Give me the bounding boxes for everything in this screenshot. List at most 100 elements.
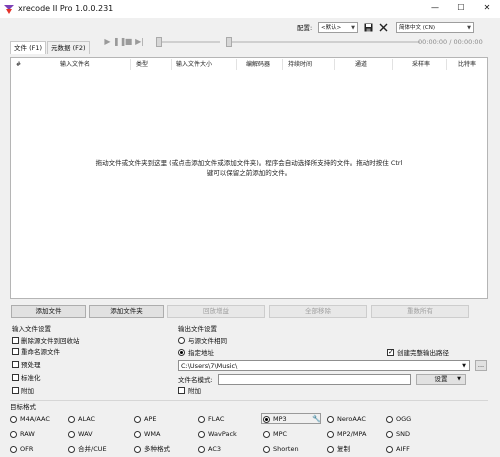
config-value: <默认>	[321, 25, 342, 31]
format-radio-ofr[interactable]	[10, 446, 17, 453]
delete-preset-icon[interactable]	[379, 23, 388, 32]
rename-source-checkbox[interactable]	[12, 348, 19, 355]
tab-metadata[interactable]: 元数据 (F2)	[47, 41, 90, 54]
same-as-source-radio[interactable]	[178, 337, 185, 344]
app-logo-icon	[4, 5, 14, 14]
create-dir-checkbox[interactable]	[387, 348, 394, 356]
window-title: xrecode II Pro 1.0.0.231	[18, 4, 114, 13]
column-header-codec[interactable]: 编解码器	[246, 61, 270, 69]
format-label-aiff: AIFF	[396, 445, 410, 453]
config-select[interactable]: <默认> ▼	[318, 22, 358, 33]
format-radio-snd[interactable]	[386, 431, 393, 438]
delete-source-checkbox[interactable]	[12, 337, 19, 344]
format-label-raw: RAW	[20, 430, 35, 438]
format-radio-neroaac[interactable]	[327, 416, 334, 423]
format-radio-flac[interactable]	[198, 416, 205, 423]
chevron-down-icon: ▼	[457, 376, 461, 382]
file-list[interactable]	[10, 57, 488, 299]
column-header-filename[interactable]: 输入文件名	[60, 61, 90, 69]
add-file-button[interactable]: 添加文件	[11, 305, 86, 318]
format-label-m4a-aac: M4A/AAC	[20, 415, 50, 423]
format-label-wma: WMA	[144, 430, 161, 438]
format-radio-wavpack[interactable]	[198, 431, 205, 438]
replay-gain-button[interactable]: 回放增益	[167, 305, 265, 318]
next-icon[interactable]: ▶|	[135, 37, 144, 46]
format-label-flac: FLAC	[208, 415, 225, 423]
format-radio-wav[interactable]	[68, 431, 75, 438]
format-label-mp2-mpa: MP2/MPA	[337, 430, 367, 438]
column-header-channels[interactable]: 通道	[355, 61, 367, 69]
format-label-shorten: Shorten	[273, 445, 299, 453]
column-header-filesize[interactable]: 输入文件大小	[176, 61, 212, 69]
delete-source-label: 删除源文件到回收站	[21, 337, 80, 345]
settings-label: 设置	[434, 375, 448, 383]
append-input-checkbox[interactable]	[12, 387, 19, 394]
format-radio-raw[interactable]	[10, 431, 17, 438]
format-radio-fmt-2-2[interactable]	[134, 446, 141, 453]
format-radio-wma[interactable]	[134, 431, 141, 438]
column-divider	[446, 59, 447, 70]
volume-track[interactable]	[160, 41, 220, 43]
chevron-down-icon: ▼	[467, 25, 471, 31]
format-radio-ape[interactable]	[134, 416, 141, 423]
append-output-label: 附加	[188, 387, 201, 395]
format-radio-mpc[interactable]	[263, 431, 270, 438]
seek-track[interactable]	[230, 41, 420, 43]
pause-icon[interactable]: ❚❚	[113, 37, 126, 46]
column-divider	[282, 59, 283, 70]
column-header-number[interactable]: #	[16, 61, 21, 69]
format-radio-mp3[interactable]	[263, 416, 270, 423]
close-button[interactable]: ✕	[476, 0, 498, 16]
column-header-bitrate[interactable]: 比特率	[458, 61, 476, 69]
format-radio-m4a-aac[interactable]	[10, 416, 17, 423]
language-select[interactable]: 简体中文 (CN) ▼	[396, 22, 474, 33]
normalize-checkbox[interactable]	[12, 374, 19, 381]
specified-path-radio[interactable]	[178, 349, 185, 356]
format-radio-fmt-2-5[interactable]	[327, 446, 334, 453]
format-radio-alac[interactable]	[68, 416, 75, 423]
format-settings-wrench-icon[interactable]: 🔧	[312, 415, 321, 423]
column-divider	[334, 59, 335, 70]
specified-path-label: 指定地址	[188, 349, 214, 357]
settings-button[interactable]: 设置 ▼	[416, 374, 466, 385]
browse-button[interactable]: ...	[475, 360, 487, 371]
output-path-field[interactable]: C:\Users\7\Music\ ▼	[178, 360, 470, 371]
format-label-alac: ALAC	[78, 415, 96, 423]
format-radio-cue[interactable]	[68, 446, 75, 453]
format-label-ape: APE	[144, 415, 157, 423]
format-radio-ogg[interactable]	[386, 416, 393, 423]
rename-source-label: 重命名源文件	[21, 348, 60, 356]
rename-all-button[interactable]: 重数所有	[371, 305, 469, 318]
format-radio-mp2-mpa[interactable]	[327, 431, 334, 438]
column-header-duration[interactable]: 持续时间	[288, 61, 312, 69]
remove-all-button[interactable]: 全部移除	[269, 305, 367, 318]
format-label-wavpack: WavPack	[208, 430, 237, 438]
output-path-value: C:\Users\7\Music\	[181, 362, 238, 370]
append-input-label: 附加	[21, 387, 34, 395]
maximize-button[interactable]: ☐	[450, 0, 472, 16]
seek-thumb[interactable]	[226, 37, 232, 47]
format-radio-aiff[interactable]	[386, 446, 393, 453]
preprocess-label: 预处理	[21, 361, 41, 369]
chevron-down-icon: ▼	[351, 25, 355, 31]
format-label-ac3: AC3	[208, 445, 222, 453]
save-icon[interactable]	[364, 23, 373, 32]
format-label-fmt-2-5: 复制	[337, 445, 350, 453]
drop-hint-line1: 拖动文件或文件夹到这里 (或点击添加文件或添加文件夹)。程序会自动选择所支持的文…	[95, 159, 403, 167]
column-header-samplerate[interactable]: 采样率	[412, 61, 430, 69]
column-divider	[130, 59, 131, 70]
volume-thumb[interactable]	[156, 37, 162, 47]
filename-pattern-field[interactable]	[218, 374, 411, 385]
create-dir-label: 创建完整输出路径	[397, 349, 449, 357]
tab-files[interactable]: 文件 (F1)	[10, 41, 47, 54]
minimize-button[interactable]: —	[424, 0, 446, 16]
stop-icon[interactable]: ■	[124, 37, 133, 46]
append-output-checkbox[interactable]	[178, 387, 185, 394]
format-radio-ac3[interactable]	[198, 446, 205, 453]
column-header-type[interactable]: 类型	[136, 61, 148, 69]
format-radio-shorten[interactable]	[263, 446, 270, 453]
add-folder-button[interactable]: 添加文件夹	[89, 305, 164, 318]
preprocess-checkbox[interactable]	[12, 361, 19, 368]
format-label-cue: 合并/CUE	[78, 445, 107, 453]
play-icon[interactable]: ▶	[103, 37, 112, 46]
